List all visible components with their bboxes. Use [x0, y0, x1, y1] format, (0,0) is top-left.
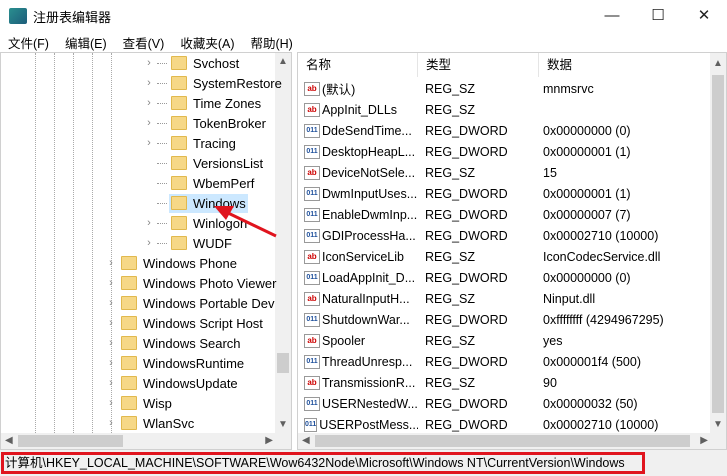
annotation-red-arrow [214, 206, 277, 238]
registry-path: 计算机\HKEY_LOCAL_MACHINE\SOFTWARE\Wow6432N… [1, 452, 645, 474]
status-bar: 计算机\HKEY_LOCAL_MACHINE\SOFTWARE\Wow6432N… [0, 450, 727, 476]
